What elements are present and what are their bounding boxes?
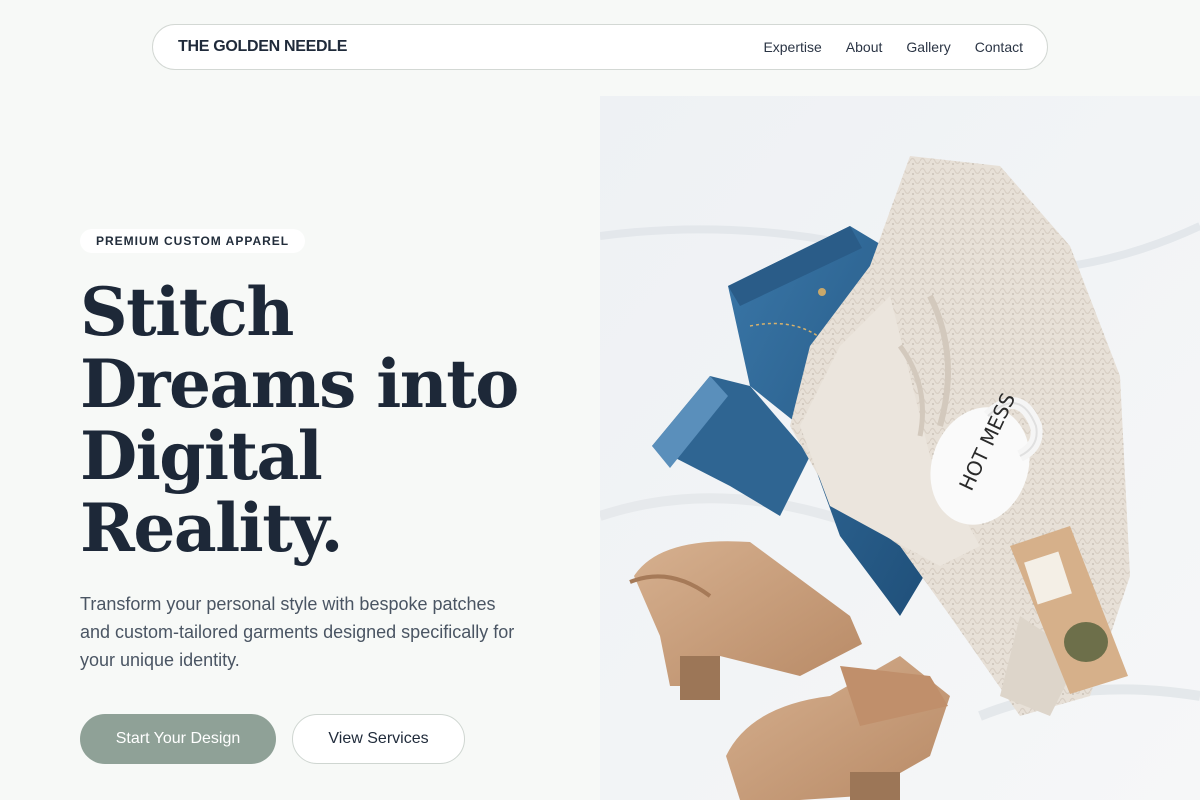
nav-link-about[interactable]: About: [846, 39, 883, 55]
hero-subtext: Transform your personal style with bespo…: [80, 594, 515, 670]
hero-image: HOT MESS: [600, 96, 1200, 800]
nav-link-contact[interactable]: Contact: [975, 39, 1023, 55]
start-design-button[interactable]: Start Your Design: [80, 714, 276, 764]
brand-logo[interactable]: THE GOLDEN NEEDLE: [178, 38, 347, 56]
flatlay-illustration: HOT MESS: [600, 96, 1200, 800]
nav-link-gallery[interactable]: Gallery: [906, 39, 950, 55]
hero-badge: PREMIUM CUSTOM APPAREL: [80, 229, 306, 253]
hero-headline: Stitch Dreams into Digital Reality.: [80, 273, 519, 567]
view-services-button[interactable]: View Services: [292, 714, 465, 764]
nav-link-expertise[interactable]: Expertise: [763, 39, 821, 55]
nav-links: Expertise About Gallery Contact: [763, 39, 1023, 55]
top-nav: THE GOLDEN NEEDLE Expertise About Galler…: [152, 24, 1048, 70]
